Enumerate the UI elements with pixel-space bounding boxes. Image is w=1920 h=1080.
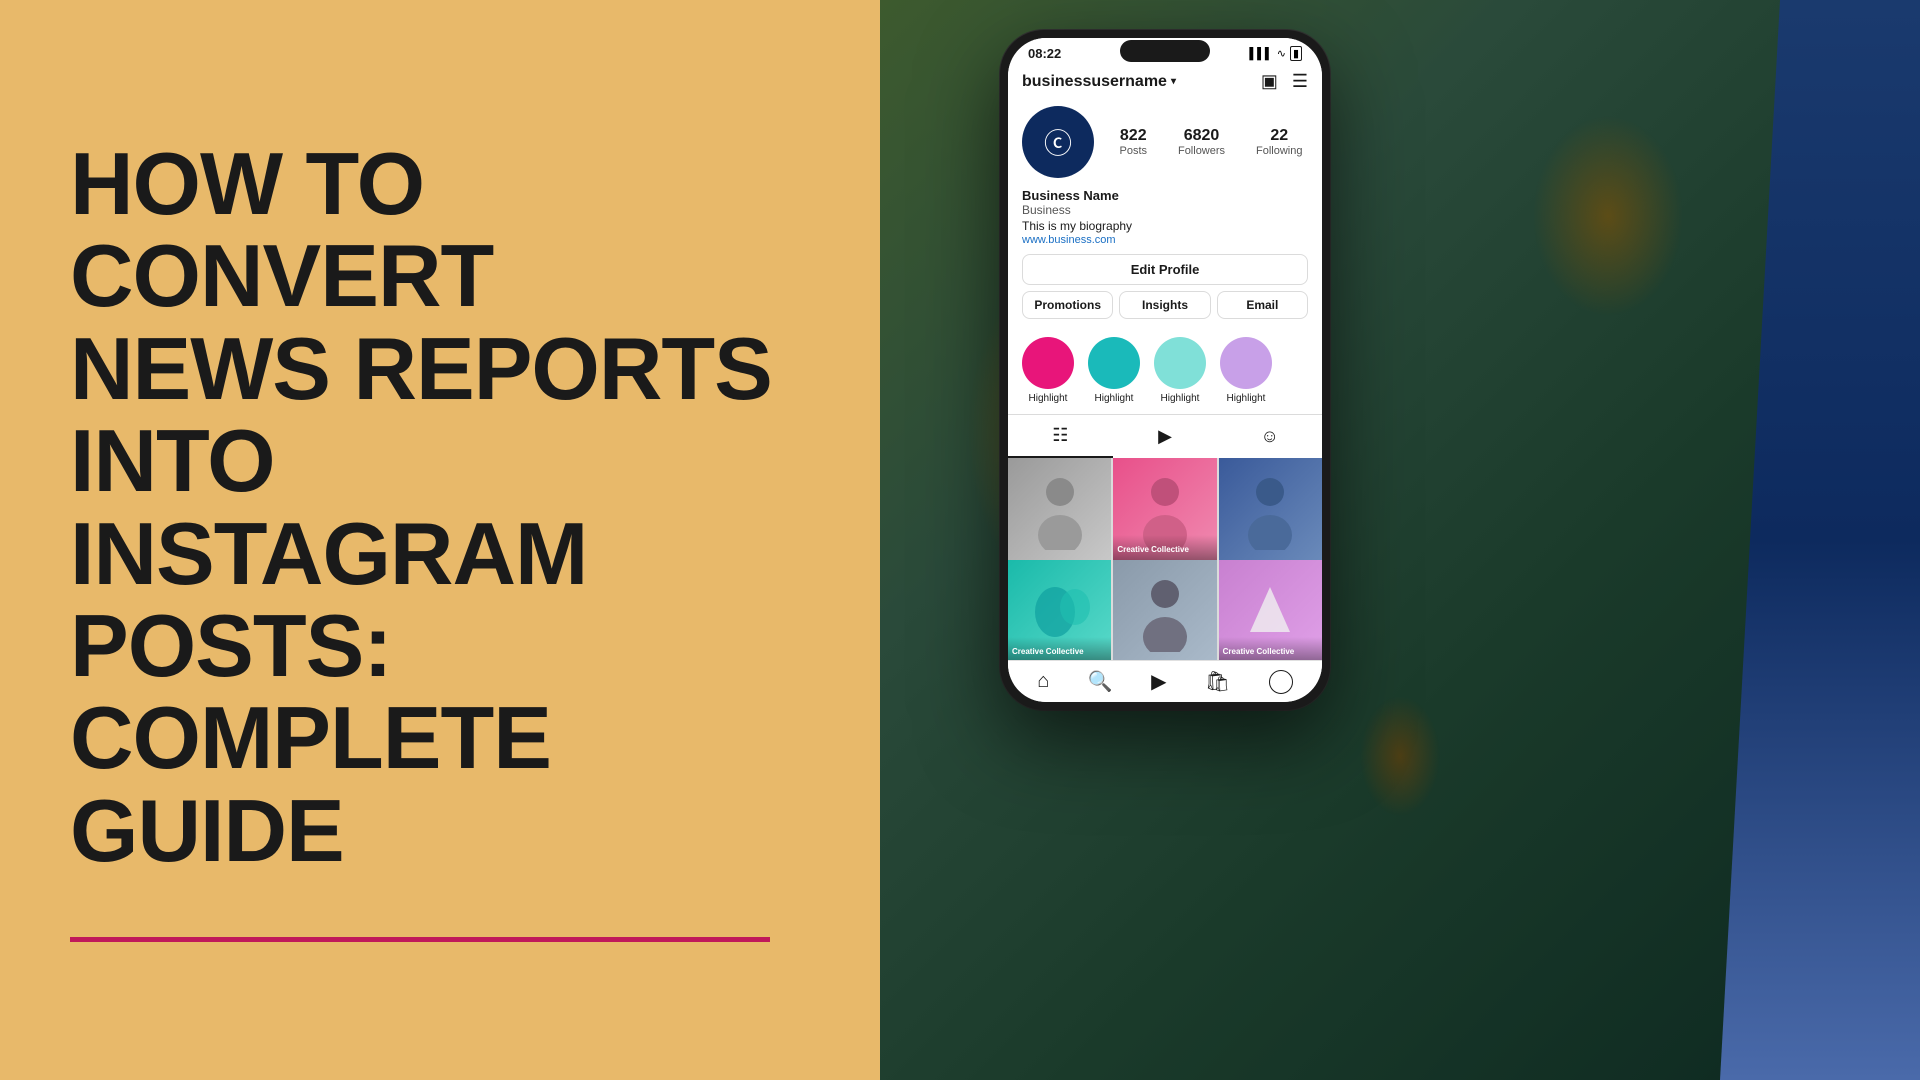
highlight-label-4: Highlight — [1227, 393, 1266, 404]
highlight-2[interactable]: Highlight — [1088, 337, 1140, 404]
shop-nav-icon[interactable]: 🛍 — [1205, 669, 1230, 694]
right-panel: 08:22 ▌▌▌ ∿ ▮ businessusername ▾ ▣ — [880, 0, 1920, 1080]
highlight-label-3: Highlight — [1161, 393, 1200, 404]
home-nav-icon[interactable]: ⌂ — [1037, 670, 1049, 693]
cell-1-content — [1008, 458, 1111, 561]
posts-number: 822 — [1120, 127, 1147, 145]
profile-category: Business — [1022, 203, 1308, 217]
highlight-label-1: Highlight — [1029, 393, 1068, 404]
phone-container: 08:22 ▌▌▌ ∿ ▮ businessusername ▾ ▣ — [1000, 30, 1330, 710]
title-line-3: INSTAGRAM POSTS: — [70, 504, 587, 695]
chevron-down-icon: ▾ — [1171, 76, 1176, 87]
title-line-4: COMPLETE GUIDE — [70, 688, 551, 879]
profile-link[interactable]: www.business.com — [1022, 234, 1308, 246]
tab-tagged[interactable]: ☺ — [1217, 415, 1322, 458]
battery-icon: ▮ — [1290, 46, 1302, 61]
highlight-label-2: Highlight — [1095, 393, 1134, 404]
status-icons: ▌▌▌ ∿ ▮ — [1249, 46, 1302, 61]
dynamic-island — [1120, 40, 1210, 62]
username-text: businessusername — [1022, 73, 1167, 91]
stat-posts[interactable]: 822 Posts — [1119, 127, 1147, 157]
tab-reels[interactable]: ▶ — [1113, 415, 1218, 458]
stats-row: 822 Posts 6820 Followers 22 Following — [1114, 127, 1308, 157]
highlight-3[interactable]: Highlight — [1154, 337, 1206, 404]
signal-icon: ▌▌▌ — [1249, 48, 1272, 60]
grid-cell-4[interactable]: Creative Collective — [1008, 560, 1111, 660]
grid-cell-3[interactable] — [1219, 458, 1322, 561]
grid-cell-2[interactable]: Creative Collective — [1113, 458, 1216, 561]
username-display[interactable]: businessusername ▾ — [1022, 73, 1176, 91]
promotions-button[interactable]: Promotions — [1022, 291, 1113, 319]
cell-5-content — [1113, 560, 1216, 660]
title-line-2: NEWS REPORTS INTO — [70, 319, 772, 510]
profile-nav-icon[interactable] — [1269, 670, 1293, 694]
main-title: HOW TO CONVERT NEWS REPORTS INTO INSTAGR… — [70, 138, 810, 877]
phone-outer: 08:22 ▌▌▌ ∿ ▮ businessusername ▾ ▣ — [1000, 30, 1330, 710]
bottom-nav: ⌂ 🔍 ▶ 🛍 — [1008, 660, 1322, 702]
following-number: 22 — [1270, 127, 1288, 145]
grid-cell-1[interactable] — [1008, 458, 1111, 561]
avatar: ⓒ — [1022, 106, 1094, 178]
profile-top: ⓒ 822 Posts 6820 Followers — [1022, 106, 1308, 178]
reels-icon: ▶ — [1158, 426, 1172, 447]
avatar-logo: ⓒ — [1044, 122, 1072, 162]
insights-button[interactable]: Insights — [1119, 291, 1210, 319]
wifi-icon: ∿ — [1277, 47, 1286, 60]
posts-tab-bar: ☷ ▶ ☺ — [1008, 414, 1322, 458]
stat-followers[interactable]: 6820 Followers — [1178, 127, 1225, 157]
profile-name: Business Name — [1022, 188, 1308, 203]
grid-icon: ☷ — [1052, 425, 1068, 446]
highlight-circle-1 — [1022, 337, 1074, 389]
followers-label: Followers — [1178, 145, 1225, 157]
highlight-circle-2 — [1088, 337, 1140, 389]
cell-4-overlay: Creative Collective — [1008, 637, 1111, 660]
highlight-circle-3 — [1154, 337, 1206, 389]
grid-cell-5[interactable] — [1113, 560, 1216, 660]
phone-screen: 08:22 ▌▌▌ ∿ ▮ businessusername ▾ ▣ — [1008, 38, 1322, 702]
highlight-4[interactable]: Highlight — [1220, 337, 1272, 404]
posts-grid: Creative Collective — [1008, 458, 1322, 660]
add-icon[interactable]: ▣ — [1261, 71, 1278, 92]
edit-profile-button[interactable]: Edit Profile — [1022, 254, 1308, 285]
following-label: Following — [1256, 145, 1302, 157]
grid-cell-6[interactable]: Creative Collective — [1219, 560, 1322, 660]
underline-decoration — [70, 937, 770, 942]
cell-2-label: Creative Collective — [1117, 545, 1189, 554]
posts-label: Posts — [1119, 145, 1147, 157]
left-panel: HOW TO CONVERT NEWS REPORTS INTO INSTAGR… — [0, 0, 880, 1080]
tab-grid[interactable]: ☷ — [1008, 415, 1113, 458]
header-action-icons: ▣ ☰ — [1261, 71, 1308, 92]
cell-4-label: Creative Collective — [1012, 647, 1084, 656]
title-line-1: HOW TO CONVERT — [70, 134, 493, 325]
action-buttons: Promotions Insights Email — [1022, 291, 1308, 319]
cell-3-content — [1219, 458, 1322, 561]
profile-bio: This is my biography — [1022, 219, 1308, 233]
email-button[interactable]: Email — [1217, 291, 1308, 319]
cell-6-label: Creative Collective — [1223, 647, 1295, 656]
instagram-header: businessusername ▾ ▣ ☰ — [1008, 65, 1322, 98]
followers-number: 6820 — [1184, 127, 1220, 145]
profile-section: ⓒ 822 Posts 6820 Followers — [1008, 98, 1322, 327]
menu-icon[interactable]: ☰ — [1292, 71, 1308, 92]
reels-nav-icon[interactable]: ▶ — [1151, 669, 1166, 694]
stat-following[interactable]: 22 Following — [1256, 127, 1302, 157]
highlight-circle-4 — [1220, 337, 1272, 389]
cell-2-overlay: Creative Collective — [1113, 535, 1216, 561]
highlights-section: Highlight Highlight Highlight Highlight — [1008, 327, 1322, 414]
status-time: 08:22 — [1028, 46, 1061, 61]
cell-6-overlay: Creative Collective — [1219, 637, 1322, 660]
tagged-icon: ☺ — [1260, 426, 1278, 447]
highlight-1[interactable]: Highlight — [1022, 337, 1074, 404]
search-nav-icon[interactable]: 🔍 — [1088, 669, 1113, 694]
